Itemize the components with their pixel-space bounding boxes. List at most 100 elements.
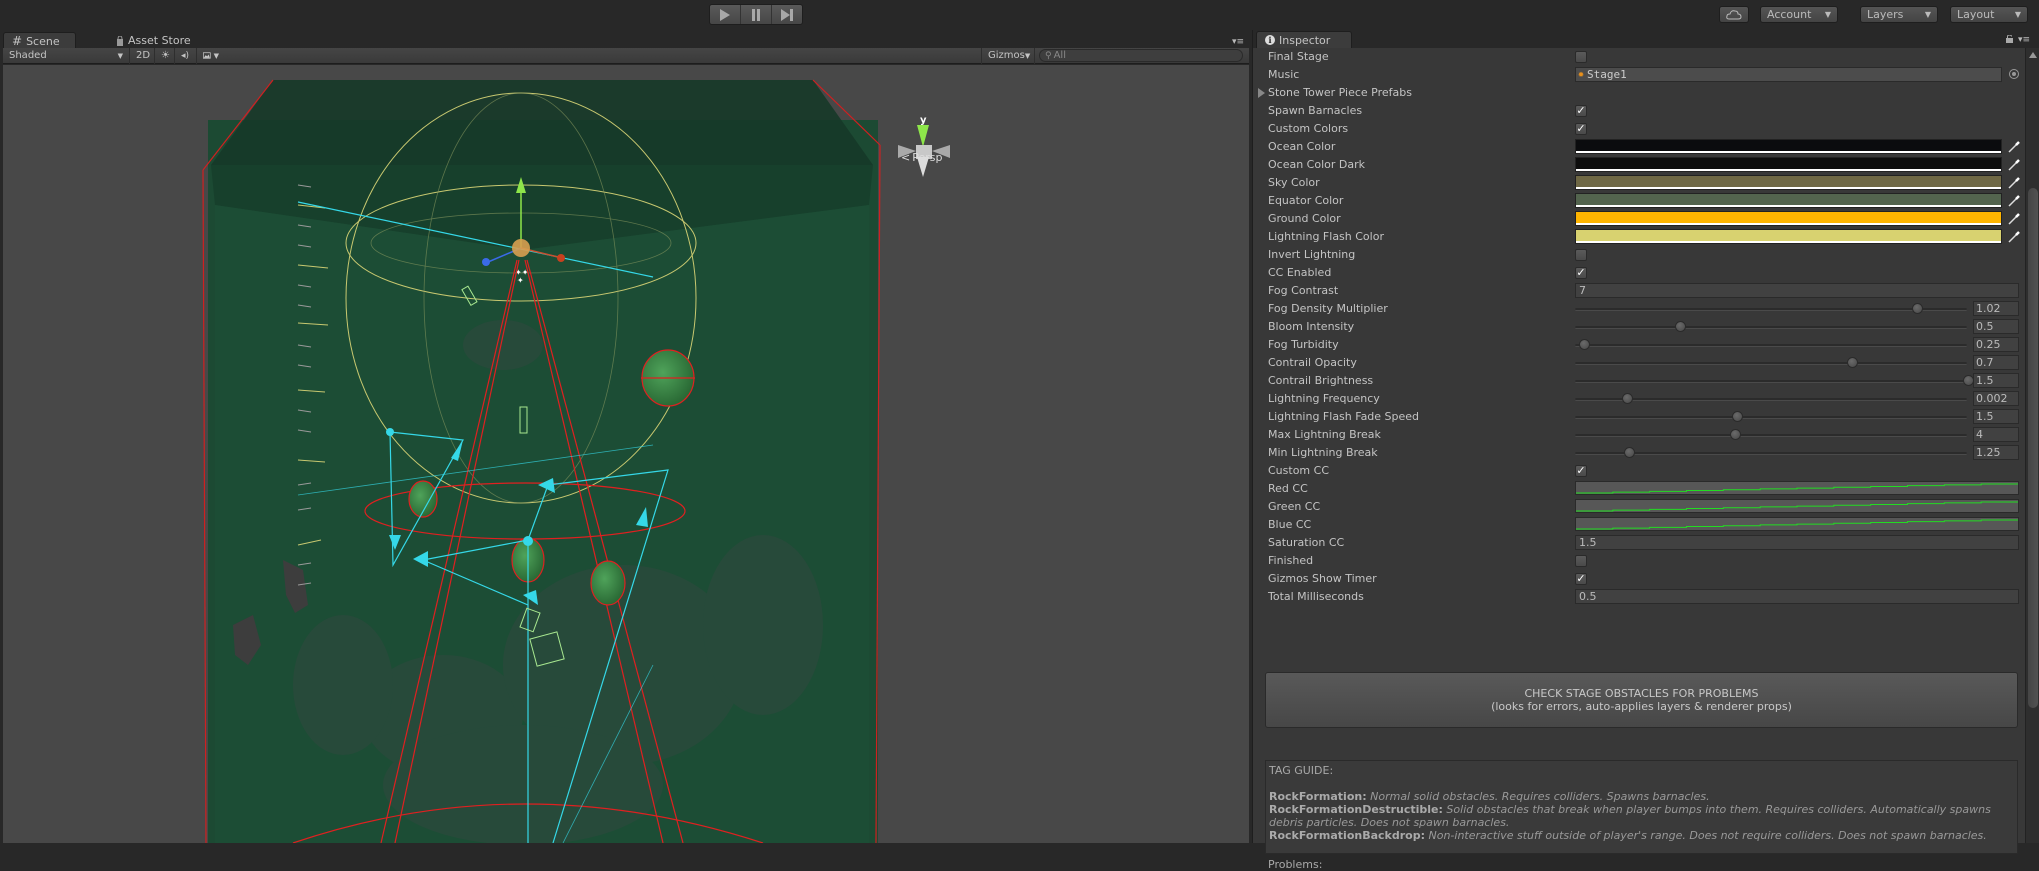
- scroll-up-icon[interactable]: [2029, 52, 2037, 58]
- slider-value-input[interactable]: 0.7: [1973, 355, 2019, 370]
- checkbox[interactable]: ✓: [1575, 465, 1587, 477]
- eyedropper-icon[interactable]: [2007, 230, 2021, 244]
- color-field[interactable]: [1575, 175, 2002, 190]
- checkmark-icon: ✓: [1576, 572, 1586, 585]
- slider-value-input[interactable]: 0.25: [1973, 337, 2019, 352]
- tab-scene[interactable]: # Scene: [3, 32, 76, 49]
- slider-value-input[interactable]: 1.5: [1973, 409, 2019, 424]
- panel-menu-icon[interactable]: ▾≡: [1232, 37, 1244, 47]
- scene-search-input[interactable]: ⚲ All: [1039, 49, 1243, 62]
- account-dropdown[interactable]: Account ▼: [1760, 6, 1838, 23]
- color-field[interactable]: [1575, 139, 2002, 154]
- eyedropper-icon[interactable]: [2007, 140, 2021, 154]
- number-input[interactable]: 7: [1575, 283, 2019, 298]
- 2d-label: 2D: [136, 50, 151, 61]
- curve-field[interactable]: [1575, 499, 2019, 513]
- lock-icon[interactable]: [2006, 35, 2013, 43]
- field-label: Lightning Frequency: [1268, 392, 1380, 405]
- foldout-arrow-icon[interactable]: [1258, 88, 1265, 98]
- inspector-scrollbar[interactable]: [2025, 48, 2039, 843]
- checkbox[interactable]: ✓: [1575, 573, 1587, 585]
- slider-thumb[interactable]: [1729, 429, 1741, 440]
- gizmos-dropdown[interactable]: Gizmos ▼: [981, 47, 1035, 64]
- tab-asset-store[interactable]: Asset Store: [108, 32, 199, 49]
- eyedropper-icon[interactable]: [2007, 176, 2021, 190]
- gizmos-label: Gizmos: [988, 50, 1025, 61]
- color-field[interactable]: [1575, 211, 2002, 226]
- slider-thumb[interactable]: [1674, 321, 1686, 332]
- slider-value-input[interactable]: 0.5: [1973, 319, 2019, 334]
- slider-value-input[interactable]: 0.002: [1973, 391, 2019, 406]
- check-stage-obstacles-button[interactable]: CHECK STAGE OBSTACLES FOR PROBLEMS (looks…: [1265, 672, 2018, 728]
- curve-field[interactable]: [1575, 517, 2019, 531]
- number-input[interactable]: 0.5: [1575, 589, 2019, 604]
- alpha-bar: [1576, 151, 2001, 153]
- checkbox[interactable]: [1575, 555, 1587, 567]
- slider[interactable]: 0.25: [1575, 336, 2019, 354]
- slider[interactable]: 4: [1575, 426, 2019, 444]
- layers-dropdown[interactable]: Layers ▼: [1860, 6, 1938, 23]
- color-field[interactable]: [1575, 157, 2002, 172]
- shading-mode-dropdown[interactable]: Shaded ▼: [3, 47, 130, 64]
- panel-menu-icon[interactable]: ▾≡: [2018, 35, 2030, 45]
- slider-track[interactable]: [1575, 398, 1967, 401]
- slider-value-input[interactable]: 4: [1973, 427, 2019, 442]
- checkbox[interactable]: [1575, 249, 1587, 261]
- field-custom-cc: Custom CC ✓: [1253, 462, 2025, 480]
- number-input[interactable]: 1.5: [1575, 535, 2019, 550]
- slider-track[interactable]: [1575, 416, 1967, 419]
- slider-thumb[interactable]: [1624, 447, 1635, 458]
- slider-thumb[interactable]: [1912, 303, 1924, 314]
- checkbox[interactable]: [1575, 51, 1587, 63]
- color-field[interactable]: [1575, 229, 2002, 244]
- slider[interactable]: 1.25: [1575, 444, 2019, 462]
- color-field[interactable]: [1575, 193, 2002, 208]
- slider-track[interactable]: [1575, 434, 1967, 437]
- eyedropper-icon[interactable]: [2007, 158, 2021, 172]
- chevron-down-icon: ▼: [213, 51, 219, 60]
- eyedropper-icon[interactable]: [2007, 212, 2021, 226]
- 2d-toggle[interactable]: 2D: [130, 47, 155, 64]
- slider[interactable]: 1.5: [1575, 408, 2019, 426]
- slider[interactable]: 0.5: [1575, 318, 2019, 336]
- scrollbar-thumb[interactable]: [2028, 188, 2038, 708]
- pause-button[interactable]: [741, 5, 772, 24]
- slider[interactable]: 0.002: [1575, 390, 2019, 408]
- slider-thumb[interactable]: [1847, 357, 1859, 368]
- slider-track[interactable]: [1575, 308, 1967, 311]
- play-button[interactable]: [710, 5, 741, 24]
- lighting-toggle[interactable]: ☀: [155, 47, 175, 64]
- button-subtitle: (looks for errors, auto-applies layers &…: [1491, 700, 1792, 713]
- cloud-button[interactable]: [1719, 6, 1749, 23]
- slider-thumb[interactable]: [1731, 411, 1743, 422]
- curve-field[interactable]: [1575, 481, 2019, 495]
- slider-thumb[interactable]: [1578, 339, 1590, 350]
- tab-inspector[interactable]: i Inspector: [1256, 31, 1352, 48]
- slider[interactable]: 1.5: [1575, 372, 2019, 390]
- audio-toggle[interactable]: ◂): [175, 47, 197, 64]
- checkbox[interactable]: ✓: [1575, 105, 1587, 117]
- effects-dropdown[interactable]: ▼: [197, 48, 225, 64]
- slider[interactable]: 1.02: [1575, 300, 2019, 318]
- slider-thumb[interactable]: [1622, 393, 1634, 404]
- object-field[interactable]: ✹ Stage1: [1575, 67, 2002, 82]
- slider-track[interactable]: [1575, 380, 1967, 383]
- shading-mode-label: Shaded: [9, 50, 47, 61]
- slider-track[interactable]: [1575, 362, 1967, 365]
- slider-value-input[interactable]: 1.02: [1973, 301, 2019, 316]
- slider-value-input[interactable]: 1.5: [1973, 373, 2019, 388]
- field-label: Gizmos Show Timer: [1268, 572, 1377, 585]
- slider-value-input[interactable]: 1.25: [1973, 445, 2019, 460]
- field-label: Saturation CC: [1268, 536, 1345, 549]
- step-button[interactable]: [772, 5, 802, 24]
- layout-dropdown[interactable]: Layout ▼: [1950, 6, 2028, 23]
- object-picker-icon[interactable]: [2009, 69, 2019, 79]
- eyedropper-icon[interactable]: [2007, 194, 2021, 208]
- scene-viewport[interactable]: ✦✦ ✦ y < Persp: [3, 65, 1249, 843]
- checkbox[interactable]: ✓: [1575, 123, 1587, 135]
- slider-track[interactable]: [1575, 326, 1967, 329]
- slider-track[interactable]: [1575, 344, 1967, 347]
- checkbox[interactable]: ✓: [1575, 267, 1587, 279]
- projection-toggle[interactable]: < Persp: [901, 151, 942, 164]
- slider[interactable]: 0.7: [1575, 354, 2019, 372]
